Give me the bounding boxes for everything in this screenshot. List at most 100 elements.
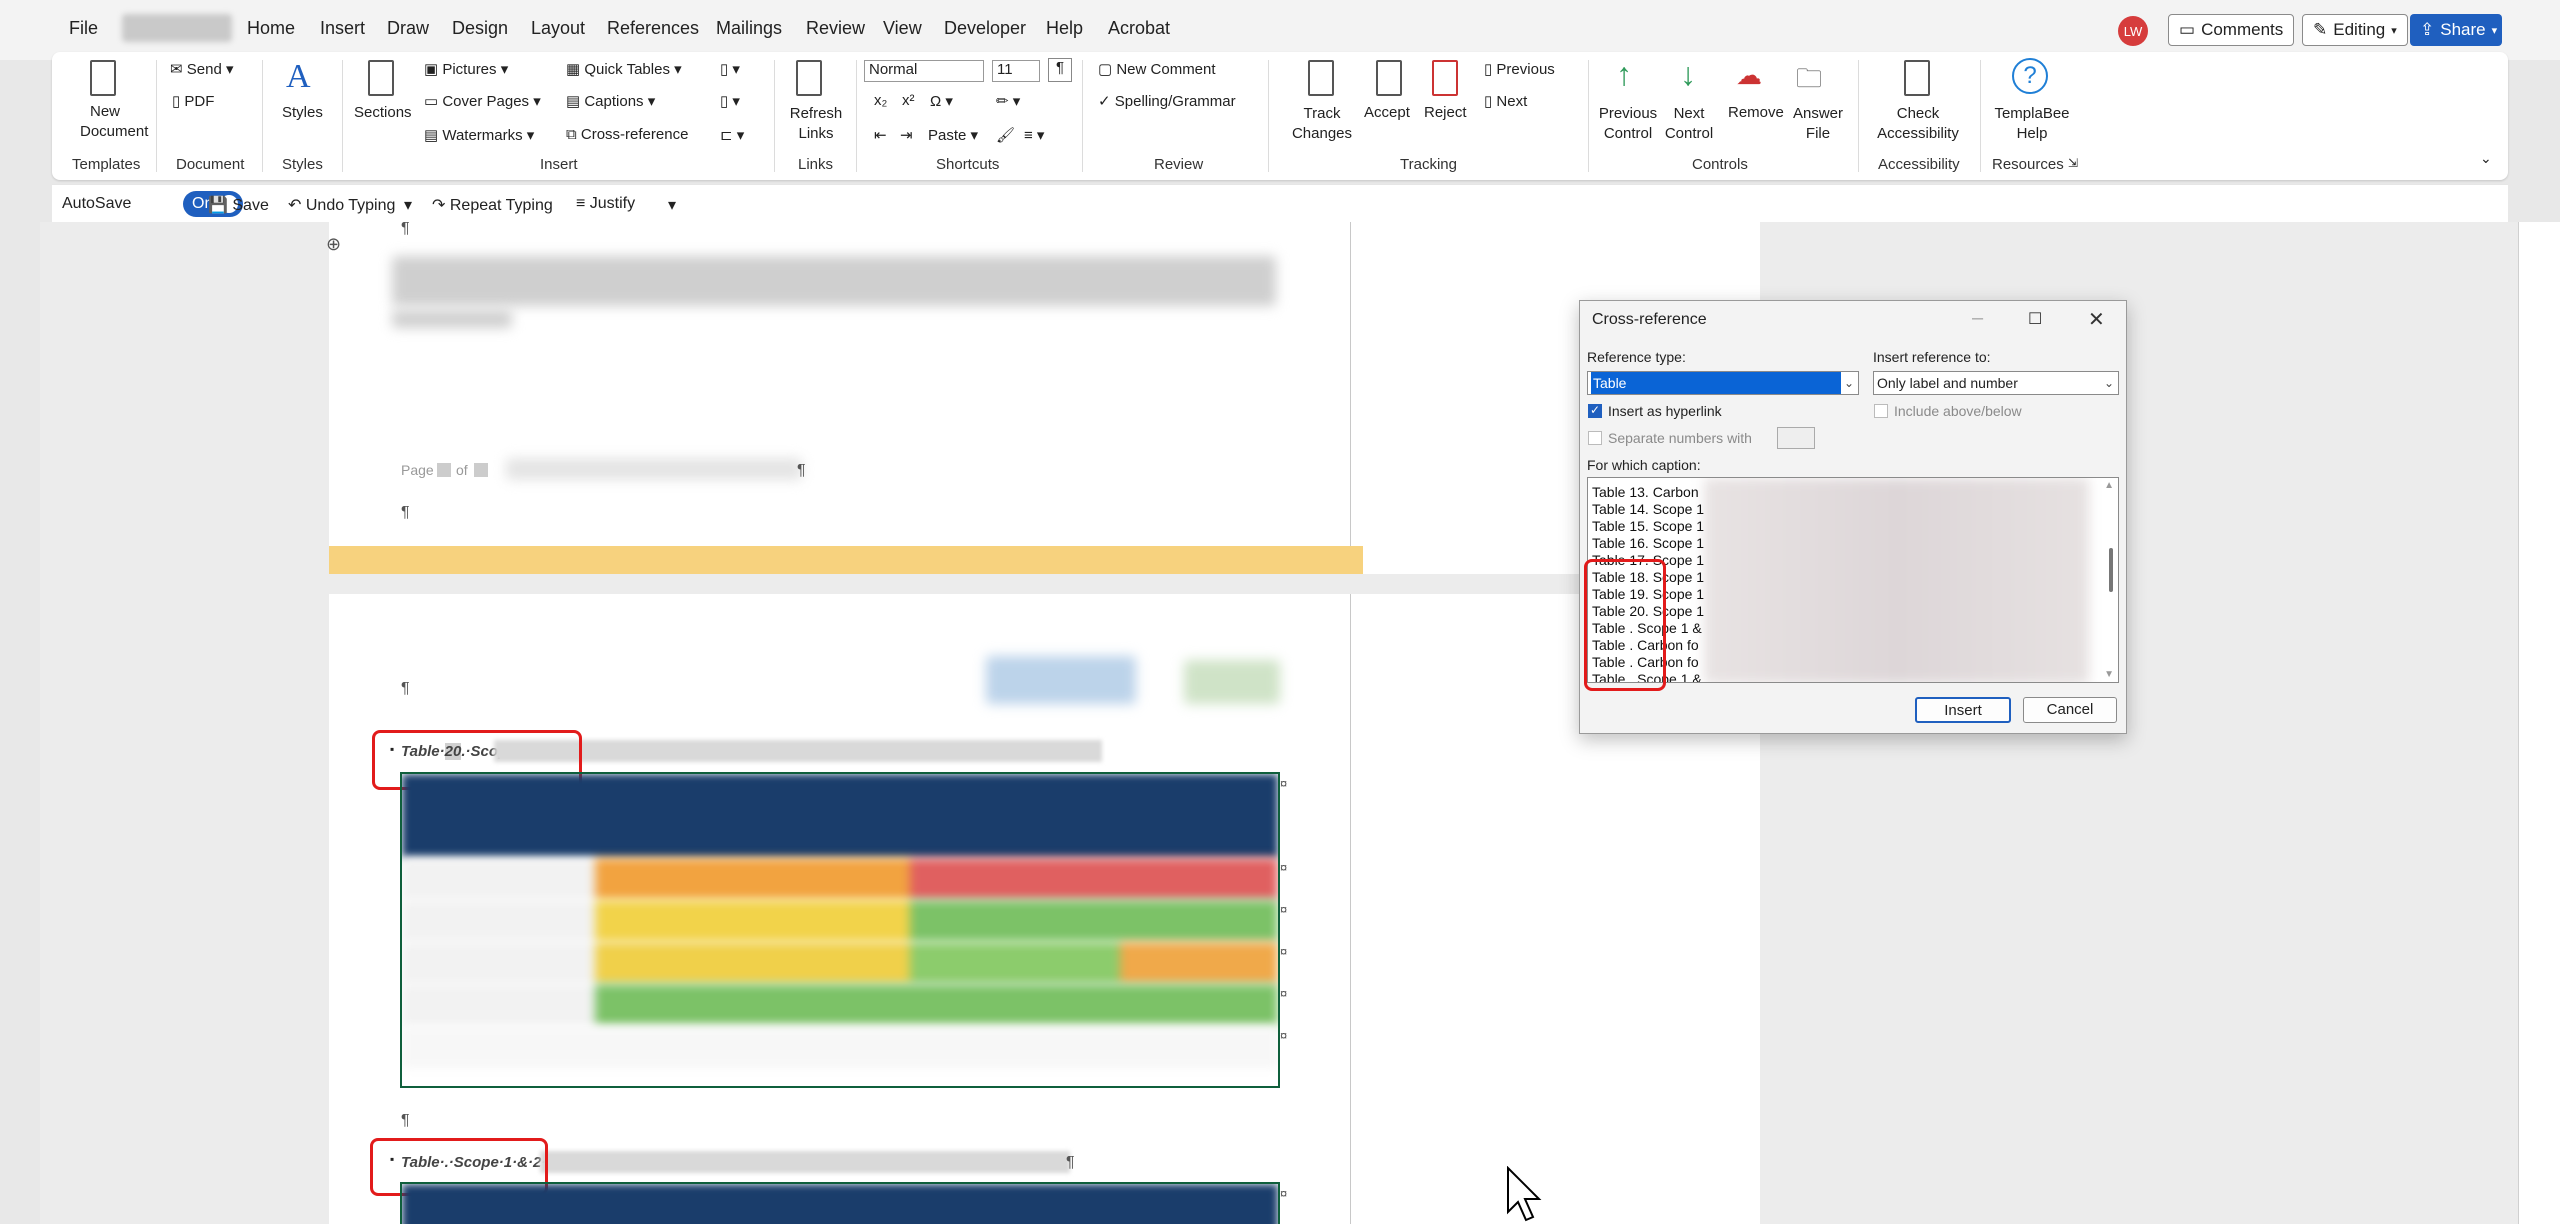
cover-pages-button[interactable]: ▭ Cover Pages ▾ <box>424 92 541 110</box>
symbol-icon[interactable]: Ω ▾ <box>930 92 953 110</box>
answer-file-button[interactable]: Answer File <box>1790 104 1846 144</box>
copilot-icon[interactable]: ⊕ <box>326 234 341 255</box>
caption-list-item[interactable]: Table 16. Scope 1 <box>1592 535 1704 551</box>
next-control-button[interactable]: Next Control <box>1664 104 1714 144</box>
ribbon-separator <box>1980 60 1981 172</box>
blurred-caption-text <box>540 1151 1070 1173</box>
scroll-thumb[interactable] <box>2109 548 2113 592</box>
style-select[interactable]: Normal <box>864 60 984 82</box>
menu-mailings[interactable]: Mailings <box>716 18 782 39</box>
send-label: Send <box>186 61 222 78</box>
insert-button[interactable]: Insert <box>1915 697 2011 723</box>
cross-reference-icon: ⧉ <box>566 126 581 143</box>
group-styles-label: Styles <box>282 156 323 173</box>
pdf-button[interactable]: ▯ PDF <box>172 92 214 110</box>
new-comment-button[interactable]: ▢ New Comment <box>1098 60 1216 78</box>
menu-file[interactable]: File <box>69 18 98 39</box>
undo-button[interactable]: ↶ Undo Typing <box>288 195 395 215</box>
caption-list-item[interactable]: Table 14. Scope 1 <box>1592 501 1704 517</box>
ribbon-separator <box>1588 60 1589 172</box>
customize-toolbar-dropdown[interactable]: ▾ <box>668 195 676 215</box>
insert-extra-3-button[interactable]: ⊏ ▾ <box>720 126 744 144</box>
collapse-ribbon-icon[interactable]: ⌄ <box>2480 150 2492 167</box>
cross-reference-dialog: Cross-reference – ☐ ✕ Reference type: Ta… <box>1579 300 2127 734</box>
reference-type-select[interactable]: Table ⌄ <box>1587 371 1859 395</box>
font-size-select[interactable]: 11 <box>992 60 1040 82</box>
next-button[interactable]: ▯ Next <box>1484 92 1527 110</box>
caption-list-item[interactable]: Table 13. Carbon <box>1592 484 1699 500</box>
share-button[interactable]: ⇪ Share ▾ <box>2410 14 2502 46</box>
previous-control-button[interactable]: Previous Control <box>1598 104 1658 144</box>
spelling-grammar-button[interactable]: ✓ Spelling/Grammar <box>1098 92 1236 110</box>
paragraph-mark: ¶ <box>1066 1154 1075 1171</box>
new-document-button[interactable]: New Document <box>80 102 148 142</box>
menu-acrobat[interactable]: Acrobat <box>1108 18 1170 39</box>
picture-icon: ▣ <box>424 61 443 78</box>
templabee-help-button[interactable]: TemplaBee Help <box>1992 104 2072 144</box>
captions-button[interactable]: ▤ Captions ▾ <box>566 92 655 110</box>
insert-hyperlink-checkbox[interactable] <box>1588 403 1602 418</box>
menu-references[interactable]: References <box>607 18 699 39</box>
arrow-down-icon: ↓ <box>1680 56 1696 92</box>
highlight-icon[interactable]: ✏ ▾ <box>996 92 1020 110</box>
cancel-button[interactable]: Cancel <box>2023 697 2117 723</box>
styles-button[interactable]: Styles <box>282 104 323 121</box>
save-button[interactable]: 💾 Save <box>208 195 269 215</box>
undo-dropdown[interactable]: ▾ <box>404 195 412 215</box>
menu-insert[interactable]: Insert <box>320 18 365 39</box>
comments-button[interactable]: ▭ Comments <box>2168 14 2294 46</box>
menu-review[interactable]: Review <box>806 18 865 39</box>
close-icon[interactable]: ✕ <box>2088 307 2105 332</box>
menu-design[interactable]: Design <box>452 18 508 39</box>
maximize-icon[interactable]: ☐ <box>2028 309 2042 329</box>
insert-extra-2-button[interactable]: ▯ ▾ <box>720 92 740 110</box>
remove-button[interactable]: Remove <box>1728 104 1784 121</box>
include-above-below-checkbox[interactable] <box>1874 404 1888 418</box>
subscript-icon[interactable]: x₂ <box>874 92 887 109</box>
separator-input[interactable] <box>1777 427 1815 449</box>
caption-list-item[interactable]: Table 15. Scope 1 <box>1592 518 1704 534</box>
scroll-down-icon[interactable]: ▼ <box>2104 669 2114 680</box>
menu-view[interactable]: View <box>883 18 922 39</box>
menu-draw[interactable]: Draw <box>387 18 429 39</box>
refresh-links-button[interactable]: Refresh Links <box>788 104 844 144</box>
sections-button[interactable]: Sections <box>354 104 412 121</box>
separate-numbers-checkbox[interactable] <box>1588 431 1602 445</box>
send-button[interactable]: ✉ Send ▾ <box>170 60 234 78</box>
superscript-icon[interactable]: x² <box>902 92 915 109</box>
caption-listbox[interactable]: Table 13. Carbon Table 14. Scope 1 Table 1… <box>1587 477 2119 683</box>
repeat-button[interactable]: ↷ Repeat Typing <box>432 195 553 215</box>
check-accessibility-button[interactable]: Check Accessibility <box>1870 104 1966 144</box>
menu-home[interactable]: Home <box>247 18 295 39</box>
user-avatar[interactable]: LW <box>2118 16 2148 46</box>
ribbon: New Document Templates ✉ Send ▾ ▯ PDF Do… <box>52 52 2508 180</box>
show-formatting-icon[interactable]: ¶ <box>1048 58 1072 82</box>
decrease-indent-icon[interactable]: ⇤ <box>874 126 887 144</box>
menu-developer[interactable]: Developer <box>944 18 1026 39</box>
align-icon[interactable]: ≡ ▾ <box>1024 126 1044 144</box>
track-changes-button[interactable]: Track Changes <box>1284 104 1360 144</box>
quick-tables-button[interactable]: ▦ Quick Tables ▾ <box>566 60 682 78</box>
cross-reference-button[interactable]: ⧉ Cross-reference <box>566 126 688 143</box>
menu-layout[interactable]: Layout <box>531 18 585 39</box>
insert-reference-select[interactable]: Only label and number ⌄ <box>1873 371 2119 395</box>
pictures-button[interactable]: ▣ Pictures ▾ <box>424 60 508 78</box>
menu-help[interactable]: Help <box>1046 18 1083 39</box>
paste-button[interactable]: Paste ▾ <box>928 126 978 144</box>
justify-button[interactable]: ≡ Justify <box>576 195 635 213</box>
increase-indent-icon[interactable]: ⇥ <box>900 126 913 144</box>
separate-numbers-label: Separate numbers with <box>1608 430 1752 446</box>
previous-button[interactable]: ▯ Previous <box>1484 60 1555 78</box>
insert-extra-1-button[interactable]: ▯ ▾ <box>720 60 740 78</box>
dialog-launcher-icon[interactable]: ⇲ <box>2068 156 2078 170</box>
editing-button[interactable]: ✎ Editing ▾ <box>2302 14 2408 46</box>
scroll-up-icon[interactable]: ▲ <box>2104 480 2114 491</box>
new-document-icon <box>90 60 116 96</box>
format-painter-icon[interactable]: 🖌 <box>996 126 1015 144</box>
chevron-down-icon: ▾ <box>2491 24 2498 37</box>
watermarks-button[interactable]: ▤ Watermarks ▾ <box>424 126 534 144</box>
accept-button[interactable]: Accept <box>1364 104 1410 121</box>
vertical-scrollbar[interactable] <box>2518 222 2560 1224</box>
share-label: Share <box>2440 20 2486 39</box>
reject-button[interactable]: Reject <box>1424 104 1467 121</box>
